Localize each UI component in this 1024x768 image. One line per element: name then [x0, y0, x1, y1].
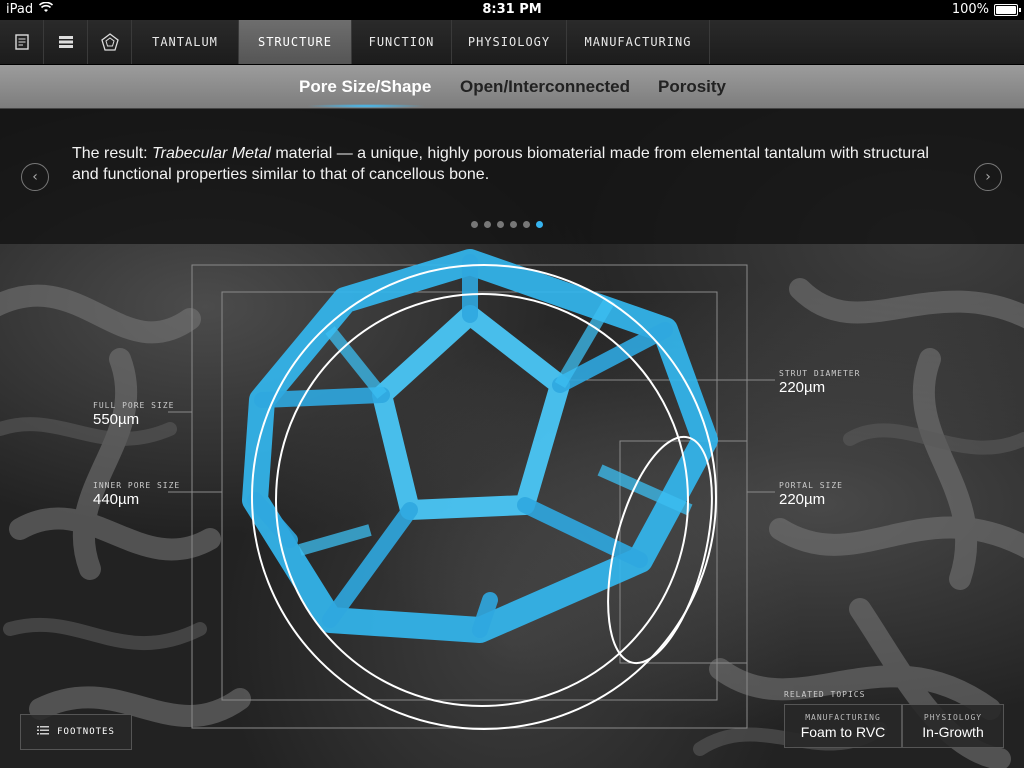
inner-pore-label: INNER PORE SIZE 440µm	[93, 481, 180, 508]
related-physiology-value: In-Growth	[922, 724, 984, 740]
full-pore-caption: FULL PORE SIZE	[93, 401, 175, 410]
list-icon	[37, 726, 50, 738]
portal-caption: PORTAL SIZE	[779, 481, 843, 490]
strut-caption: STRUT DIAMETER	[779, 369, 861, 378]
related-manufacturing-button[interactable]: MANUFACTURING Foam to RVC	[784, 704, 902, 748]
strut-value: 220µm	[779, 379, 826, 396]
related-manufacturing-value: Foam to RVC	[800, 724, 886, 740]
portal-value: 220µm	[779, 491, 826, 508]
full-pore-value: 550µm	[93, 411, 140, 428]
related-physiology-button[interactable]: PHYSIOLOGY In-Growth	[902, 704, 1004, 748]
inner-pore-value: 440µm	[93, 491, 140, 508]
related-manufacturing-caption: MANUFACTURING	[805, 713, 881, 722]
dodecahedron-model	[242, 249, 718, 643]
related-physiology-caption: PHYSIOLOGY	[923, 713, 983, 722]
footnotes-button[interactable]: FOOTNOTES	[20, 714, 132, 750]
footnotes-label: FOOTNOTES	[57, 727, 115, 737]
portal-label: PORTAL SIZE 220µm	[779, 481, 843, 508]
full-pore-label: FULL PORE SIZE 550µm	[93, 401, 174, 428]
pore-diagram	[168, 249, 775, 730]
inner-pore-caption: INNER PORE SIZE	[93, 481, 181, 490]
related-topics-title: RELATED TOPICS	[784, 690, 866, 699]
strut-label: STRUT DIAMETER 220µm	[779, 369, 860, 396]
